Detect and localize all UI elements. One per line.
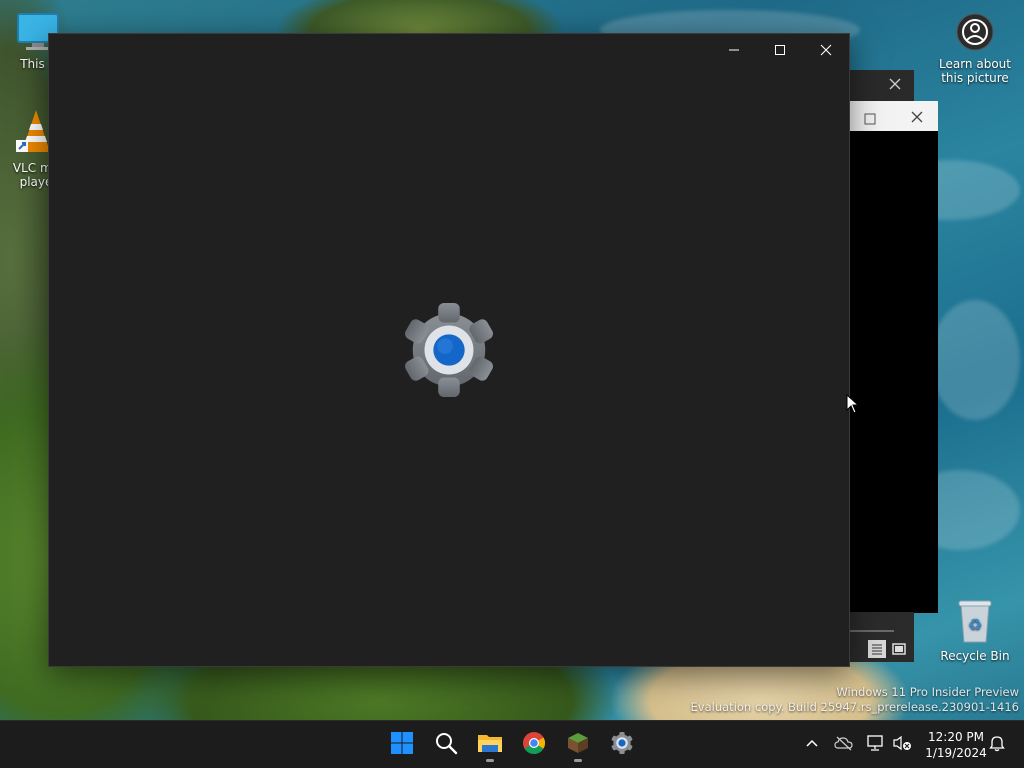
notifications-button[interactable] (985, 733, 1009, 757)
file-explorer-icon (477, 732, 503, 758)
minimize-button[interactable] (711, 34, 757, 66)
camera-info-icon (938, 12, 1012, 55)
settings-gear-icon (400, 301, 498, 399)
background-window-2[interactable] (848, 101, 938, 613)
close-button[interactable] (803, 34, 849, 66)
divider (850, 630, 894, 632)
minimize-icon (728, 41, 740, 60)
windows-start-icon (390, 731, 414, 759)
watermark-build: Evaluation copy. Build 25947.rs_prerelea… (690, 700, 1019, 714)
minecraft-button[interactable] (558, 727, 598, 763)
background-window-3[interactable] (848, 612, 914, 662)
desktop-icon-label: Recycle Bin (940, 649, 1010, 663)
maximize-button[interactable] (757, 34, 803, 66)
tiles-view-icon[interactable] (890, 640, 908, 658)
recycle-bin-icon: ♻ (938, 598, 1012, 647)
desktop: This P VLC me playe Learn about this pic… (0, 0, 1024, 768)
maximize-icon[interactable] (864, 110, 876, 129)
clock-date: 1/19/2024 (925, 746, 987, 760)
desktop-icon-label-line1: Learn about (939, 57, 1011, 71)
desktop-icon-label-line2: this picture (941, 71, 1009, 85)
svg-text:♻: ♻ (968, 615, 982, 634)
wallpaper-foam (930, 300, 1020, 420)
desktop-icon-recycle-bin[interactable]: ♻ Recycle Bin (938, 598, 1012, 663)
bell-icon (989, 734, 1005, 756)
mouse-cursor-icon (846, 393, 860, 418)
running-indicator (574, 759, 582, 762)
close-icon[interactable] (888, 76, 902, 95)
network-button[interactable] (864, 733, 888, 757)
close-icon (820, 41, 832, 60)
start-button[interactable] (382, 727, 422, 763)
onedrive-offline-icon (834, 735, 854, 755)
search-button[interactable] (426, 727, 466, 763)
show-hidden-icons-button[interactable] (800, 733, 824, 757)
file-explorer-button[interactable] (470, 727, 510, 763)
chevron-up-icon (805, 736, 819, 755)
network-icon (866, 734, 886, 756)
onedrive-button[interactable] (832, 733, 856, 757)
background-window-titlebar[interactable] (848, 101, 938, 131)
taskbar: 12:20 PM 1/19/2024 (0, 720, 1024, 768)
settings-button[interactable] (602, 727, 642, 763)
minecraft-icon (566, 731, 590, 759)
windows-watermark: Windows 11 Pro Insider Preview Evaluatio… (691, 685, 1019, 715)
search-icon (434, 731, 458, 759)
clock-time: 12:20 PM (928, 730, 984, 744)
settings-icon (610, 731, 634, 759)
watermark-edition: Windows 11 Pro Insider Preview (836, 685, 1019, 699)
chrome-button[interactable] (514, 727, 554, 763)
volume-muted-icon (892, 734, 912, 756)
volume-button[interactable] (890, 733, 914, 757)
close-icon[interactable] (910, 109, 924, 128)
chrome-icon (522, 731, 546, 759)
maximize-icon (774, 41, 786, 60)
clock[interactable]: 12:20 PM 1/19/2024 (916, 729, 996, 761)
settings-window[interactable] (48, 33, 850, 667)
running-indicator (486, 759, 494, 762)
background-window-1[interactable] (840, 70, 914, 102)
details-view-icon[interactable] (868, 640, 886, 658)
desktop-icon-learn-about-picture[interactable]: Learn about this picture (938, 12, 1012, 85)
